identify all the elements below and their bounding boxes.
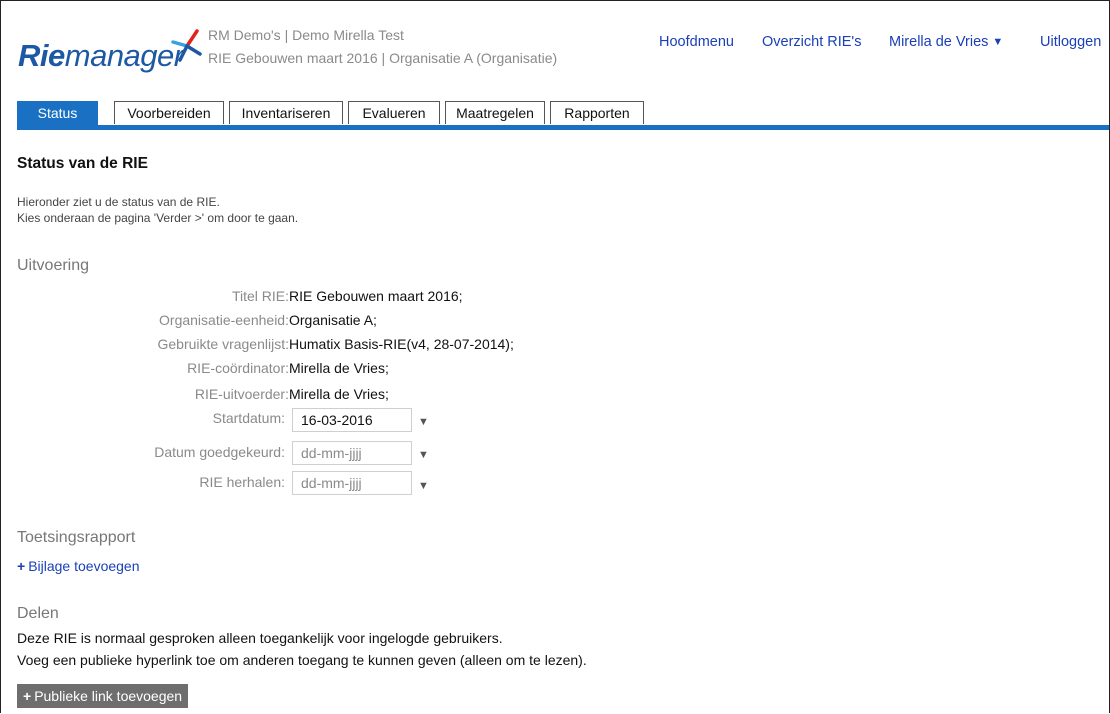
uitvoerder-label: RIE-uitvoerder: [194, 386, 289, 402]
coordinator-value: Mirella de Vries; [289, 360, 389, 376]
add-bijlage-label: Bijlage toevoegen [28, 558, 140, 574]
logo-rie: Rie [18, 38, 65, 73]
user-name: Mirella de Vries [889, 34, 989, 50]
coordinator-label: RIE-coördinator: [187, 360, 289, 376]
section-uitvoering-heading: Uitvoering [17, 257, 90, 274]
nav-user-menu[interactable]: Mirella de Vries ▼ [889, 34, 1003, 50]
vragenlijst-label: Gebruikte vragenlijst: [157, 336, 289, 352]
nav-overzicht-ries[interactable]: Overzicht RIE's [762, 34, 861, 50]
herhalen-label: RIE herhalen: [199, 474, 285, 490]
section-delen-heading: Delen [17, 605, 59, 622]
datum-goedgekeurd-input[interactable] [292, 441, 412, 465]
add-public-link-button[interactable]: + Publieke link toevoegen [17, 684, 189, 708]
organisatie-value: Organisatie A; [289, 312, 377, 328]
tab-evalueren[interactable]: Evalueren [348, 101, 440, 124]
tab-maatregelen[interactable]: Maatregelen [445, 101, 545, 124]
plus-icon: + [17, 558, 26, 574]
delen-line-1: Deze RIE is normaal gesproken alleen toe… [17, 630, 503, 646]
context-org-line: RM Demo's | Demo Mirella Test [208, 27, 404, 43]
tab-inventariseren[interactable]: Inventariseren [229, 101, 343, 124]
plus-icon: + [23, 688, 32, 704]
context-rie-line: RIE Gebouwen maart 2016 | Organisatie A … [208, 50, 558, 66]
intro-line-1: Hieronder ziet u de status van de RIE. [17, 195, 220, 209]
chevron-down-icon[interactable]: ▼ [418, 449, 429, 461]
tab-underline [17, 125, 1109, 130]
chevron-down-icon[interactable]: ▼ [418, 416, 429, 428]
organisatie-label: Organisatie-eenheid: [159, 312, 289, 328]
logo-manager: manager [64, 38, 184, 73]
section-toetsingsrapport-heading: Toetsingsrapport [17, 529, 136, 546]
nav-uitloggen[interactable]: Uitloggen [1040, 34, 1101, 50]
tab-status[interactable]: Status [17, 101, 98, 126]
nav-hoofdmenu[interactable]: Hoofdmenu [659, 34, 734, 50]
tab-voorbereiden[interactable]: Voorbereiden [114, 101, 224, 124]
delen-line-2: Voeg een publieke hyperlink toe om ander… [17, 652, 587, 668]
uitvoerder-value: Mirella de Vries; [289, 386, 389, 402]
app-logo[interactable]: Riemanager [18, 38, 184, 74]
vragenlijst-value: Humatix Basis-RIE(v4, 28-07-2014); [289, 336, 514, 352]
page-title: Status van de RIE [17, 155, 148, 172]
add-bijlage-link[interactable]: + Bijlage toevoegen [17, 558, 140, 574]
titel-rie-label: Titel RIE: [231, 288, 289, 304]
tab-rapporten[interactable]: Rapporten [550, 101, 644, 124]
chevron-down-icon[interactable]: ▼ [418, 480, 429, 492]
titel-rie-value: RIE Gebouwen maart 2016; [289, 288, 463, 304]
rie-herhalen-input[interactable] [292, 471, 412, 495]
startdatum-label: Startdatum: [212, 410, 285, 426]
goedgekeurd-label: Datum goedgekeurd: [154, 444, 285, 460]
add-public-link-label: Publieke link toevoegen [34, 688, 183, 704]
intro-line-2: Kies onderaan de pagina 'Verder >' om do… [17, 211, 299, 225]
chevron-down-icon: ▼ [992, 36, 1004, 48]
startdatum-input[interactable] [292, 408, 412, 432]
riemanager-logo-mark [171, 29, 202, 62]
